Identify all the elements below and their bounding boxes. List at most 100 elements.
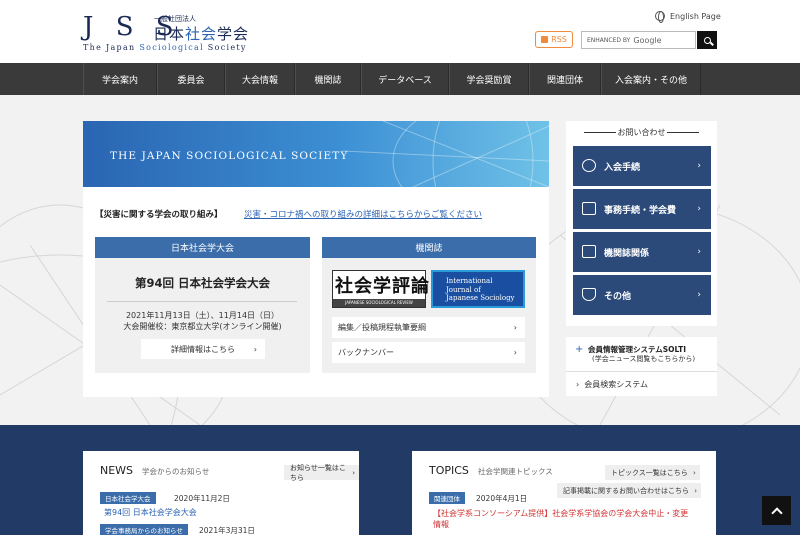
news-tag: 日本社会学大会	[100, 492, 156, 504]
site-logo[interactable]: J S S 一般社団法人 日本社会学会 The Japan Sociologic…	[83, 13, 253, 55]
hero-banner: THE JAPAN SOCIOLOGICAL SOCIETY	[83, 121, 549, 187]
back-to-top-button[interactable]	[762, 496, 791, 525]
nav-item-database[interactable]: データベース	[361, 63, 449, 95]
chevron-right-icon: ›	[692, 468, 696, 477]
news-item-link[interactable]: 第94回 日本社会学会大会	[104, 507, 197, 518]
journal-logo-subtitle: JAPANESE SOCIOLOGICAL REVIEW	[333, 299, 425, 307]
topics-list-label: トピックス一覧はこちら	[611, 468, 688, 477]
topics-card: TOPICS 社会学関連トピックス トピックス一覧はこちら › 記事掲載に関する…	[412, 451, 716, 535]
disaster-link[interactable]: 災害・コロナ禍への取り組みの詳細はこちらからご覧ください	[244, 208, 482, 220]
conference-panel-header[interactable]: 日本社会学大会	[95, 237, 310, 258]
nav-item-membership[interactable]: 入会案内・その他	[601, 63, 701, 95]
plus-icon: +	[575, 344, 584, 355]
logo-english-name: The Japan Sociological Society	[83, 43, 247, 52]
logo-en-part: The Japan	[83, 43, 140, 52]
topics-list-button[interactable]: トピックス一覧はこちら ›	[605, 465, 700, 480]
member-search-label: 会員検索システム	[584, 380, 649, 389]
nav-item-related-orgs[interactable]: 関連団体	[529, 63, 601, 95]
chevron-right-icon: ›	[253, 344, 257, 354]
topics-contact-button[interactable]: 記事掲載に関するお問い合わせはこちら ›	[557, 483, 701, 498]
conference-details-button[interactable]: 詳細情報はこちら ›	[141, 339, 265, 359]
rss-label: RSS	[551, 35, 567, 44]
topics-item-link[interactable]: 【社会学系コンソーシアム提供】社会学系学協会の学会大会中止・変更 情報	[433, 508, 688, 530]
chevron-right-icon: ›	[352, 468, 355, 477]
search-button[interactable]	[697, 31, 717, 49]
news-card: NEWS 学会からのお知らせ お知らせ一覧はこちら › 日本社会学大会 2020…	[83, 451, 359, 535]
journal-panel-header[interactable]: 機関誌	[322, 237, 536, 258]
banner-title: THE JAPAN SOCIOLOGICAL SOCIETY	[110, 150, 349, 162]
search-input[interactable]: ENHANCED BY Google	[581, 31, 696, 49]
solti-box: + 会員情報管理システムSOLTI (学会ニュース閲覧もこちらから) › 会員検…	[566, 337, 717, 396]
chevron-right-icon: ›	[694, 486, 697, 495]
chevron-right-icon: ›	[697, 204, 701, 214]
side-button-label: 機関誌関係	[604, 248, 650, 259]
side-button-label: 事務手続・学会費	[604, 205, 677, 216]
topics-title: TOPICS	[429, 464, 469, 477]
english-page-label: English Page	[670, 11, 721, 21]
contact-title: お問い合わせ	[566, 127, 717, 138]
logo-ja-part: 学会	[217, 25, 250, 43]
journal-link-guidelines[interactable]: 編集／投稿規程執筆要綱 ›	[332, 317, 525, 338]
journal-panel: 機関誌 社会学評論 JAPANESE SOCIOLOGICAL REVIEW I…	[322, 237, 536, 373]
english-page-link[interactable]: English Page	[655, 11, 721, 23]
logo-en-part: Sociological	[139, 43, 204, 52]
nav-item-journal[interactable]: 機関誌	[295, 63, 361, 95]
nav-item-conference[interactable]: 大会情報	[225, 63, 295, 95]
chevron-right-icon: ›	[513, 348, 517, 357]
disaster-label: 【災害に関する学会の取り組み】	[95, 210, 223, 220]
conference-divider	[107, 301, 297, 302]
conference-title: 第94回 日本社会学会大会	[134, 276, 270, 290]
nav-item-about[interactable]: 学会案内	[83, 63, 157, 95]
topics-item-line: 情報	[433, 520, 449, 529]
topics-date: 2020年4月1日	[476, 494, 528, 503]
conference-panel: 日本社会学大会 第94回 日本社会学会大会 2021年11月13日（土）、11月…	[95, 237, 310, 373]
conference-venue: 大会開催校：東京都立大学(オンライン開催)	[123, 322, 282, 331]
logo-en-part: Society	[203, 43, 247, 52]
document-icon	[582, 202, 596, 215]
ijjs-line: International	[446, 277, 493, 285]
member-search-link[interactable]: › 会員検索システム	[576, 379, 648, 390]
side-button-procedures[interactable]: 事務手続・学会費 ›	[573, 189, 711, 229]
topics-contact-label: 記事掲載に関するお問い合わせはこちら	[563, 486, 689, 495]
logo-japanese-name: 日本社会学会	[153, 23, 249, 44]
conference-details-label: 詳細情報はこちら	[171, 344, 235, 354]
ijjs-line: Japanese Sociology	[446, 294, 515, 302]
solti-divider	[566, 371, 717, 372]
nav-item-committee[interactable]: 委員会	[157, 63, 225, 95]
journal-link-label: バックナンバー	[338, 348, 394, 357]
chevron-right-icon: ›	[697, 290, 701, 300]
side-button-other[interactable]: その他 ›	[573, 275, 711, 315]
contact-sidebar: お問い合わせ 入会手続 › 事務手続・学会費 › 機関誌関係 › その他 ›	[566, 121, 717, 326]
shakaigaku-hyoron-logo[interactable]: 社会学評論 JAPANESE SOCIOLOGICAL REVIEW	[332, 270, 430, 308]
side-button-label: その他	[604, 291, 632, 302]
logo-ja-part: 社会	[185, 25, 218, 43]
journal-link-label: 編集／投稿規程執筆要綱	[338, 323, 426, 332]
rss-icon	[541, 36, 549, 43]
graduation-cap-icon	[582, 288, 596, 301]
news-title: NEWS	[100, 464, 134, 477]
news-subtitle: 学会からのお知らせ	[142, 467, 210, 476]
topics-subtitle: 社会学関連トピックス	[478, 467, 553, 476]
arrow-up-icon	[770, 506, 783, 519]
news-date: 2020年11月2日	[174, 494, 230, 503]
solti-subtitle: (学会ニュース閲覧もこちらから)	[592, 355, 696, 363]
side-button-label: 入会手続	[604, 162, 641, 173]
journal-logo-title: 社会学評論	[335, 276, 430, 297]
news-list-button[interactable]: お知らせ一覧はこちら ›	[284, 464, 359, 482]
people-icon	[582, 159, 596, 172]
chevron-right-icon: ›	[513, 323, 517, 332]
nav-item-award[interactable]: 学会奨励賞	[449, 63, 529, 95]
journal-link-backnumber[interactable]: バックナンバー ›	[332, 342, 525, 363]
side-button-join[interactable]: 入会手続 ›	[573, 146, 711, 186]
side-button-journal[interactable]: 機関誌関係 ›	[573, 232, 711, 272]
search-icon	[703, 36, 711, 44]
logo-ja-part: 日本	[153, 25, 186, 43]
search-google-label: Google	[633, 35, 662, 45]
topics-tag: 関連団体	[429, 492, 465, 504]
ijjs-logo[interactable]: International Journal of Japanese Sociol…	[431, 270, 525, 308]
rss-button[interactable]: RSS	[535, 31, 573, 48]
news-date: 2021年3月31日	[199, 526, 255, 535]
topics-item-line: 【社会学系コンソーシアム提供】社会学系学協会の学会大会中止・変更	[433, 509, 689, 518]
search-enhanced-label: ENHANCED BY	[587, 36, 631, 44]
book-icon	[582, 245, 596, 258]
